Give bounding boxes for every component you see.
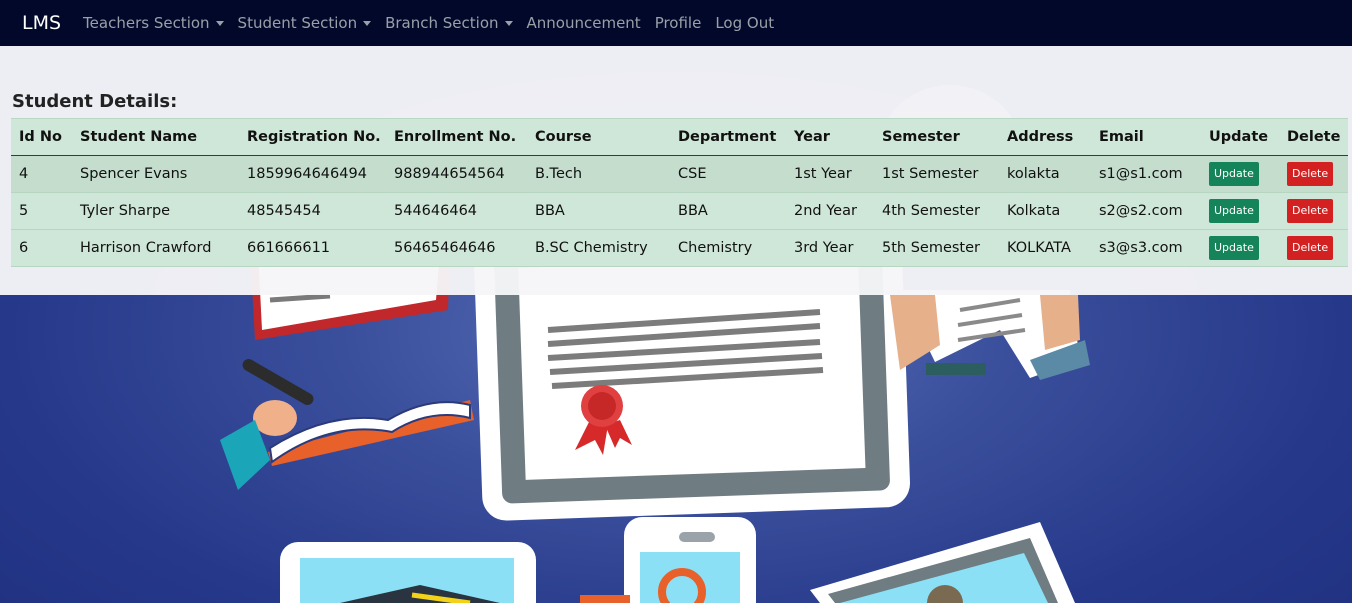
cell-email: s1@s1.com (1091, 155, 1201, 193)
cell-course: B.SC Chemistry (527, 229, 670, 267)
col-registration-no: Registration No. (239, 118, 386, 156)
cell-update: Update (1201, 192, 1279, 230)
cell-id: 5 (11, 192, 72, 230)
col-address: Address (999, 118, 1091, 156)
caret-down-icon (504, 20, 513, 26)
cell-semester: 5th Semester (874, 229, 999, 267)
nav-announcement[interactable]: Announcement (527, 14, 641, 32)
update-button[interactable]: Update (1209, 236, 1259, 260)
top-navbar: LMS Teachers Section Student Section Bra… (0, 0, 1352, 46)
cell-update: Update (1201, 155, 1279, 193)
table-row: 6 Harrison Crawford 661666611 5646546464… (11, 229, 1348, 267)
cell-id: 6 (11, 229, 72, 267)
nav-branch-section[interactable]: Branch Section (385, 14, 513, 32)
hand-writing-icon (220, 359, 474, 490)
student-table: Id No Student Name Registration No. Enro… (11, 118, 1348, 267)
delete-button[interactable]: Delete (1287, 162, 1334, 186)
phone-search-icon (580, 517, 756, 603)
nav-student-label: Student Section (237, 14, 358, 32)
cell-semester: 1st Semester (874, 155, 999, 193)
cell-enrollment-no: 988944654564 (386, 155, 527, 193)
cell-year: 1st Year (786, 155, 874, 193)
update-button[interactable]: Update (1209, 199, 1259, 223)
col-semester: Semester (874, 118, 999, 156)
cell-address: Kolkata (999, 192, 1091, 230)
cell-update: Update (1201, 229, 1279, 267)
cell-registration-no: 48545454 (239, 192, 386, 230)
cell-enrollment-no: 56465464646 (386, 229, 527, 267)
hands-holding-book-icon (890, 290, 1090, 380)
cell-course: BBA (527, 192, 670, 230)
cell-department: Chemistry (670, 229, 786, 267)
cell-enrollment-no: 544646464 (386, 192, 527, 230)
cell-email: s2@s2.com (1091, 192, 1201, 230)
caret-down-icon (215, 20, 224, 26)
cell-delete: Delete (1279, 192, 1348, 230)
cell-department: CSE (670, 155, 786, 193)
nav-logout[interactable]: Log Out (715, 14, 774, 32)
cell-registration-no: 1859964646494 (239, 155, 386, 193)
cell-department: BBA (670, 192, 786, 230)
col-year: Year (786, 118, 874, 156)
nav-branch-label: Branch Section (385, 14, 499, 32)
cell-student-name: Tyler Sharpe (72, 192, 239, 230)
cell-delete: Delete (1279, 155, 1348, 193)
graduation-tablet-icon (280, 542, 536, 603)
col-enrollment-no: Enrollment No. (386, 118, 527, 156)
cell-email: s3@s3.com (1091, 229, 1201, 267)
laptop-icon (810, 522, 1075, 603)
cell-year: 2nd Year (786, 192, 874, 230)
col-delete: Delete (1279, 118, 1348, 156)
table-header-row: Id No Student Name Registration No. Enro… (11, 118, 1348, 156)
col-student-name: Student Name (72, 118, 239, 156)
cell-address: KOLKATA (999, 229, 1091, 267)
delete-button[interactable]: Delete (1287, 236, 1334, 260)
cell-registration-no: 661666611 (239, 229, 386, 267)
cell-delete: Delete (1279, 229, 1348, 267)
col-id-no: Id No (11, 118, 72, 156)
cell-course: B.Tech (527, 155, 670, 193)
table-row: 4 Spencer Evans 1859964646494 9889446545… (11, 155, 1348, 193)
col-course: Course (527, 118, 670, 156)
cell-address: kolakta (999, 155, 1091, 193)
student-details-panel: Student Details: Id No Student Name Regi… (0, 46, 1352, 295)
caret-down-icon (363, 20, 372, 26)
update-button[interactable]: Update (1209, 162, 1259, 186)
nav-teachers-section[interactable]: Teachers Section (83, 14, 224, 32)
cell-student-name: Spencer Evans (72, 155, 239, 193)
cell-year: 3rd Year (786, 229, 874, 267)
table-row: 5 Tyler Sharpe 48545454 544646464 BBA BB… (11, 192, 1348, 230)
nav-profile[interactable]: Profile (655, 14, 702, 32)
cell-id: 4 (11, 155, 72, 193)
col-email: Email (1091, 118, 1201, 156)
delete-button[interactable]: Delete (1287, 199, 1334, 223)
nav-teachers-label: Teachers Section (83, 14, 210, 32)
col-update: Update (1201, 118, 1279, 156)
cell-student-name: Harrison Crawford (72, 229, 239, 267)
brand-logo[interactable]: LMS (22, 12, 61, 34)
page-title: Student Details: (12, 91, 178, 112)
col-department: Department (670, 118, 786, 156)
cell-semester: 4th Semester (874, 192, 999, 230)
nav-student-section[interactable]: Student Section (238, 14, 372, 32)
